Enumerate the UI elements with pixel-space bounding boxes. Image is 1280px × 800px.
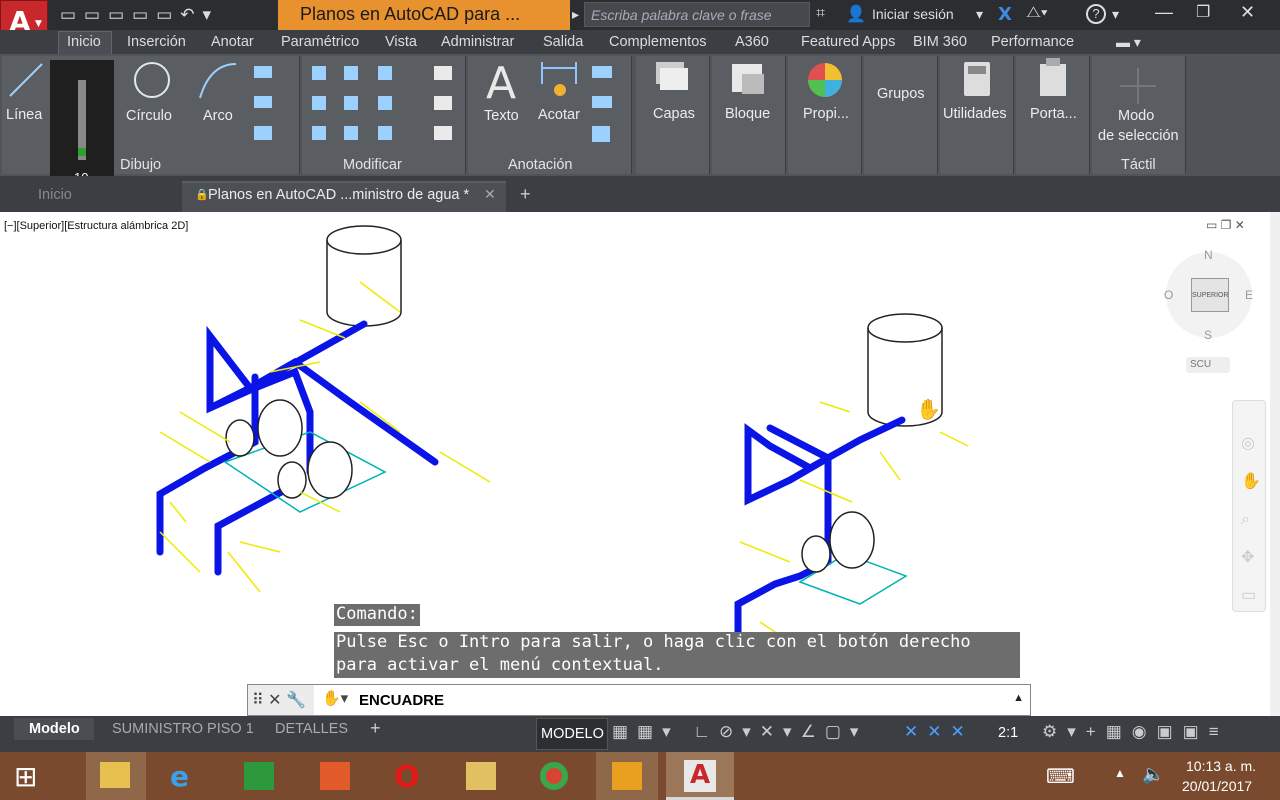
annotation-toggles[interactable]: ✕✕✕: [904, 722, 974, 742]
tab-administrar[interactable]: Administrar: [441, 34, 514, 50]
tray-arrow-icon[interactable]: ▲: [1114, 766, 1126, 780]
close-button[interactable]: ✕: [1240, 2, 1255, 23]
tab-salida[interactable]: Salida: [543, 34, 583, 50]
pan-command-icon: ✋▾: [322, 690, 349, 707]
wcs-menu[interactable]: SCU: [1186, 357, 1230, 373]
folder-icon: [100, 762, 130, 788]
panel-label-modificar[interactable]: Modificar: [343, 157, 402, 173]
photos-icon[interactable]: [320, 762, 350, 790]
status-toggles[interactable]: ▦▦▾ ∟⊘▾✕▾∠▢▾: [612, 722, 867, 742]
expand-arrow-icon[interactable]: ▸: [572, 6, 579, 23]
command-history-line2: Pulse Esc o Intro para salir, o haga cli…: [336, 632, 971, 652]
tool-linea[interactable]: Línea: [6, 107, 42, 123]
navigation-bar[interactable]: ◎ ✋ ⌕ ✥ ▭: [1232, 400, 1266, 612]
tab-inicio[interactable]: Inicio: [67, 34, 101, 50]
tab-insercion[interactable]: Inserción: [127, 34, 186, 50]
restore-button[interactable]: ❐: [1196, 2, 1210, 22]
command-history-line3: para activar el menú contextual.: [336, 655, 664, 675]
search-input[interactable]: Escriba palabra clave o frase: [584, 2, 810, 27]
start-button[interactable]: ⊞: [14, 760, 37, 793]
command-line[interactable]: ⠿ ✕ 🔧 ✋▾ ENCUADRE ▲: [247, 684, 1031, 716]
minimize-button[interactable]: —: [1155, 2, 1173, 23]
tool-utilidades[interactable]: Utilidades: [943, 106, 1007, 122]
command-history-label: Comando:: [334, 604, 420, 626]
tool-capas[interactable]: Capas: [653, 106, 695, 122]
a360-icon[interactable]: ⧍▾: [1026, 4, 1048, 22]
add-layout-icon[interactable]: +: [370, 718, 381, 739]
file-tab-inicio[interactable]: Inicio: [38, 187, 72, 203]
tool-bloque[interactable]: Bloque: [725, 106, 770, 122]
layout-tab-detalles[interactable]: DETALLES: [275, 721, 348, 737]
tool-texto[interactable]: Texto: [484, 108, 519, 124]
command-history-arrow-icon[interactable]: ▲: [1013, 692, 1024, 704]
tool-modo-line2[interactable]: de selección: [1098, 128, 1179, 144]
tool-acotar[interactable]: Acotar: [538, 107, 580, 123]
chrome-icon[interactable]: [540, 762, 568, 790]
exchange-icon[interactable]: X: [998, 4, 1012, 25]
tab-parametrico[interactable]: Paramétrico: [281, 34, 359, 50]
binoculars-icon[interactable]: ⌗: [816, 5, 825, 23]
tab-complementos[interactable]: Complementos: [609, 34, 707, 50]
compass-east: E: [1245, 288, 1254, 302]
command-input[interactable]: ENCUADRE: [359, 692, 444, 709]
opera-icon[interactable]: O: [394, 760, 420, 795]
compass-west: O: [1164, 288, 1174, 302]
layout-tab-suministro[interactable]: SUMINISTRO PISO 1: [112, 721, 254, 737]
outlook-icon: [612, 762, 642, 790]
compass-north: N: [1204, 248, 1213, 262]
tab-a360[interactable]: A360: [735, 34, 769, 50]
login-dropdown-icon[interactable]: ▾: [976, 6, 983, 23]
login-link[interactable]: Iniciar sesión: [872, 6, 954, 22]
autocad-taskbar-icon: A: [684, 760, 716, 792]
clock-date[interactable]: 20/01/2017: [1182, 778, 1252, 794]
annotation-scale[interactable]: 2:1: [998, 725, 1018, 741]
layout-tab-modelo[interactable]: Modelo: [29, 721, 80, 737]
volume-icon[interactable]: 🔈: [1142, 764, 1164, 785]
panel-label-tactil[interactable]: Táctil: [1121, 157, 1156, 173]
help-dropdown-icon[interactable]: ▾: [1112, 6, 1119, 23]
svg-text:A: A: [486, 58, 516, 109]
tool-portapapeles[interactable]: Porta...: [1030, 106, 1077, 122]
compass-south: S: [1204, 328, 1213, 342]
viewcube-face[interactable]: SUPERIOR: [1191, 278, 1229, 312]
model-space-toggle[interactable]: MODELO: [536, 718, 608, 750]
tab-anotar[interactable]: Anotar: [211, 34, 254, 50]
lock-icon: 🔒: [195, 189, 209, 201]
quick-access-toolbar[interactable]: ▭▭▭▭▭↶▾: [60, 5, 219, 25]
navbar-icons[interactable]: ◎ ✋ ⌕ ✥ ▭: [1241, 425, 1261, 615]
command-tools[interactable]: ⠿ ✕ 🔧: [248, 685, 314, 715]
tool-arco[interactable]: Arco: [203, 108, 233, 124]
tool-propiedades[interactable]: Propi...: [803, 106, 849, 122]
help-icon[interactable]: ?: [1086, 4, 1106, 24]
panel-label-dibujo[interactable]: Dibujo: [120, 157, 161, 173]
pan-cursor-icon: ✋: [916, 397, 941, 421]
tab-vista[interactable]: Vista: [385, 34, 417, 50]
ribbon-toggle-icon[interactable]: ▬ ▾: [1116, 34, 1141, 51]
keyboard-icon[interactable]: ⌨: [1046, 764, 1075, 789]
tool-grupos[interactable]: Grupos: [877, 86, 925, 102]
tool-modo-line1[interactable]: Modo: [1118, 108, 1154, 124]
tool-circulo[interactable]: Círculo: [126, 108, 172, 124]
close-tab-icon[interactable]: ✕: [484, 186, 496, 203]
panel-label-anotacion[interactable]: Anotación: [508, 157, 573, 173]
new-tab-icon[interactable]: +: [520, 184, 531, 205]
ribbon-icons: A: [9, 58, 1156, 142]
clock-time[interactable]: 10:13 a. m.: [1186, 758, 1256, 774]
notes-icon[interactable]: [466, 762, 496, 790]
status-tools[interactable]: ⚙▾+▦◉▣▣≡: [1042, 722, 1229, 742]
ie-icon[interactable]: e: [170, 760, 189, 793]
window-title: Planos en AutoCAD para ...: [300, 4, 521, 24]
file-tab-plano[interactable]: Planos en AutoCAD ...ministro de agua *: [208, 187, 469, 203]
tab-featured-apps[interactable]: Featured Apps: [801, 34, 895, 50]
tab-bim360[interactable]: BIM 360: [913, 34, 967, 50]
user-icon[interactable]: 👤: [846, 4, 866, 24]
tab-performance[interactable]: Performance: [991, 34, 1074, 50]
store-icon[interactable]: [244, 762, 274, 790]
